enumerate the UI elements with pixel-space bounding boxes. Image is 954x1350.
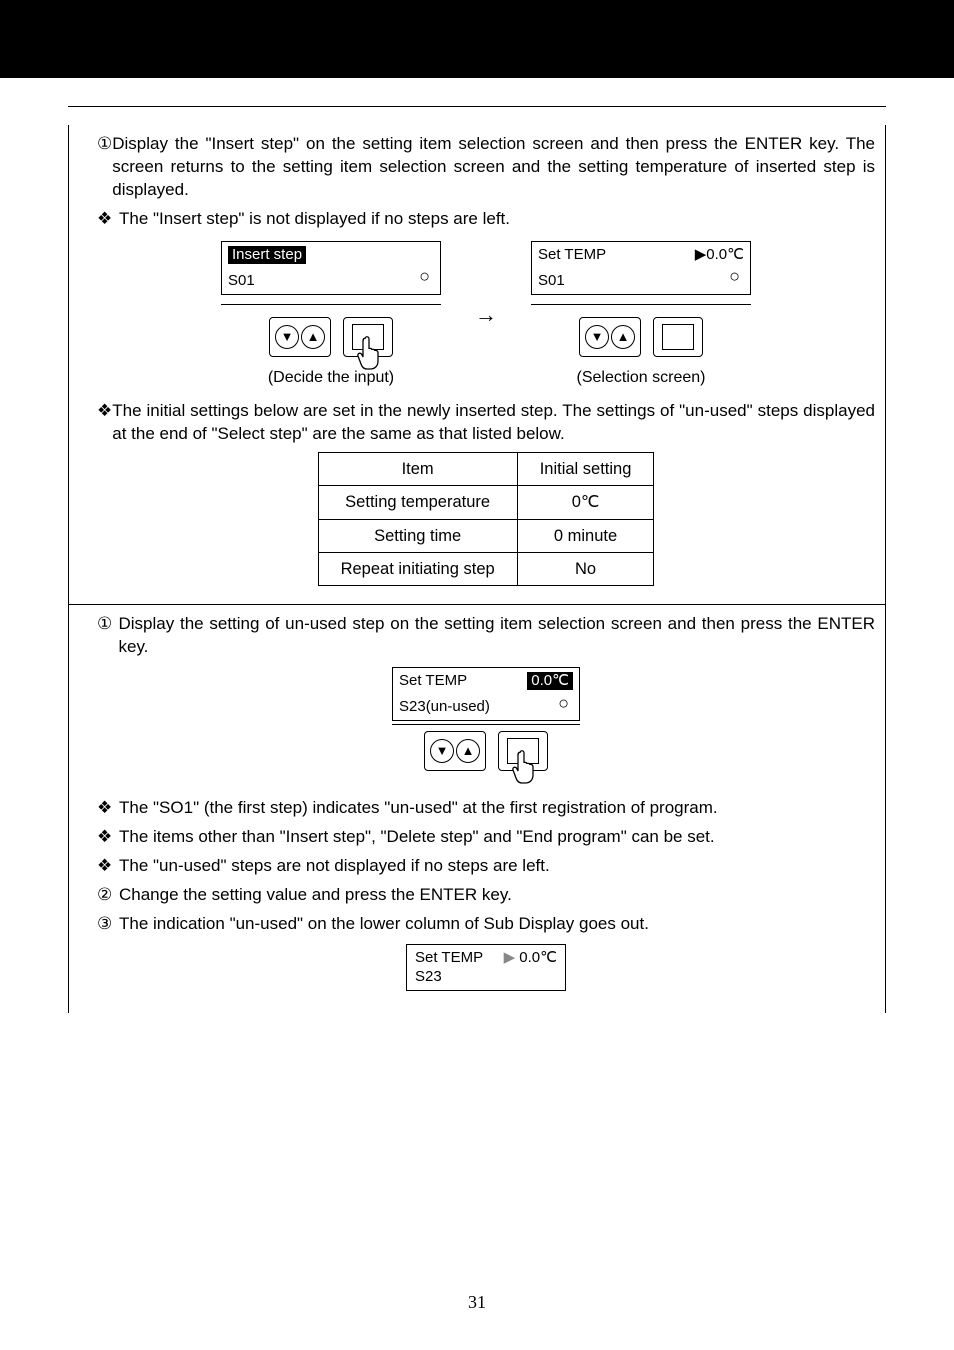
table-row: Setting time 0 minute (318, 519, 654, 552)
button-row: ▼ ▲ (269, 317, 393, 357)
up-down-button: ▼ ▲ (424, 731, 486, 771)
label-inverse: 0.0℃ (527, 672, 573, 690)
note: The items other than "Insert step", "Del… (119, 826, 715, 849)
up-arrow-icon: ▲ (611, 325, 635, 349)
td: Setting time (318, 519, 517, 552)
diagram-result: Set TEMP ▶ 0.0℃ S23 (97, 944, 875, 992)
header-band (0, 0, 954, 78)
td: Repeat initiating step (318, 553, 517, 586)
screen-line2: S01 (228, 272, 434, 290)
table-row: Repeat initiating step No (318, 553, 654, 586)
caption-right: (Selection screen) (577, 367, 706, 389)
up-down-button: ▼ ▲ (579, 317, 641, 357)
list-marker: ① (97, 133, 112, 202)
td: Setting temperature (318, 486, 517, 519)
up-arrow-icon: ▲ (301, 325, 325, 349)
td: 0℃ (517, 486, 654, 519)
divider (68, 106, 886, 107)
th: Item (318, 453, 517, 486)
list-marker: ❖ (97, 855, 119, 878)
th: Initial setting (517, 453, 654, 486)
screen-line2: S23 (415, 968, 557, 987)
underline (531, 304, 751, 305)
up-down-button: ▼ ▲ (269, 317, 331, 357)
diagram-single: Set TEMP 0.0℃ S23(un-used) ○ ▼ ▲ (97, 667, 875, 789)
underline (392, 724, 580, 725)
list-marker: ❖ (97, 400, 112, 446)
screen-line2: S23(un-used) (399, 698, 573, 716)
pointer-hand-icon (351, 333, 391, 373)
table-row: Item Initial setting (318, 453, 654, 486)
screen-result: Set TEMP ▶ 0.0℃ S23 (406, 944, 566, 992)
led-icon: ○ (419, 266, 430, 288)
note: The "Insert step" is not displayed if no… (119, 208, 510, 231)
screen-line2: S01 (538, 272, 744, 290)
panel-left: Insert step S01 ○ ▼ ▲ (221, 241, 441, 389)
screen-line1-right: ▶0.0℃ (695, 246, 744, 264)
down-arrow-icon: ▼ (585, 325, 609, 349)
screen-selection: Set TEMP ▶0.0℃ S01 ○ (531, 241, 751, 295)
note: The initial settings below are set in th… (112, 400, 875, 446)
led-icon: ○ (729, 266, 740, 288)
screen-line1-left: Set TEMP (538, 246, 606, 264)
down-arrow-icon: ▼ (430, 739, 454, 763)
note: The "un-used" steps are not displayed if… (119, 855, 550, 878)
table-row: Setting temperature 0℃ (318, 486, 654, 519)
section-unused-step: ① Display the setting of un-used step on… (69, 604, 885, 1013)
led-icon: ○ (558, 693, 569, 715)
panel-right: Set TEMP ▶0.0℃ S01 ○ ▼ ▲ (Select (531, 241, 751, 389)
button-row: ▼ ▲ (424, 731, 548, 771)
td: 0 minute (517, 519, 654, 552)
para: The indication "un-used" on the lower co… (119, 913, 649, 936)
list-marker: ❖ (97, 208, 119, 231)
label-inverse: Insert step (228, 246, 306, 264)
underline (221, 304, 441, 305)
para: Display the setting of un-used step on t… (118, 613, 875, 659)
up-arrow-icon: ▲ (456, 739, 480, 763)
para: Change the setting value and press the E… (119, 884, 512, 907)
button-row: ▼ ▲ (579, 317, 703, 357)
section-insert-step: ① Display the "Insert step" on the setti… (69, 125, 885, 604)
list-marker: ❖ (97, 826, 119, 849)
page-number: 31 (0, 1290, 954, 1314)
screen-line1-left: Set TEMP (399, 672, 467, 690)
diagram-screens: Insert step S01 ○ ▼ ▲ (97, 241, 875, 389)
td: No (517, 553, 654, 586)
content-frame: ① Display the "Insert step" on the setti… (68, 125, 886, 1013)
down-arrow-icon: ▼ (275, 325, 299, 349)
screen-line1-left: Set TEMP (415, 949, 483, 968)
screen-line1-right: ▶ 0.0℃ (504, 949, 557, 968)
pointer-hand-icon (506, 747, 546, 787)
enter-icon (662, 324, 694, 350)
list-marker: ❖ (97, 797, 119, 820)
initial-settings-table: Item Initial setting Setting temperature… (318, 452, 655, 586)
arrow-right-icon: → (475, 300, 497, 330)
screen-insert-step: Insert step S01 ○ (221, 241, 441, 295)
list-marker: ① (97, 613, 118, 659)
screen-unused: Set TEMP 0.0℃ S23(un-used) ○ (392, 667, 580, 721)
enter-button (653, 317, 703, 357)
list-marker: ② (97, 884, 119, 907)
note: The "SO1" (the first step) indicates "un… (119, 797, 718, 820)
list-marker: ③ (97, 913, 119, 936)
para: Display the "Insert step" on the setting… (112, 133, 875, 202)
